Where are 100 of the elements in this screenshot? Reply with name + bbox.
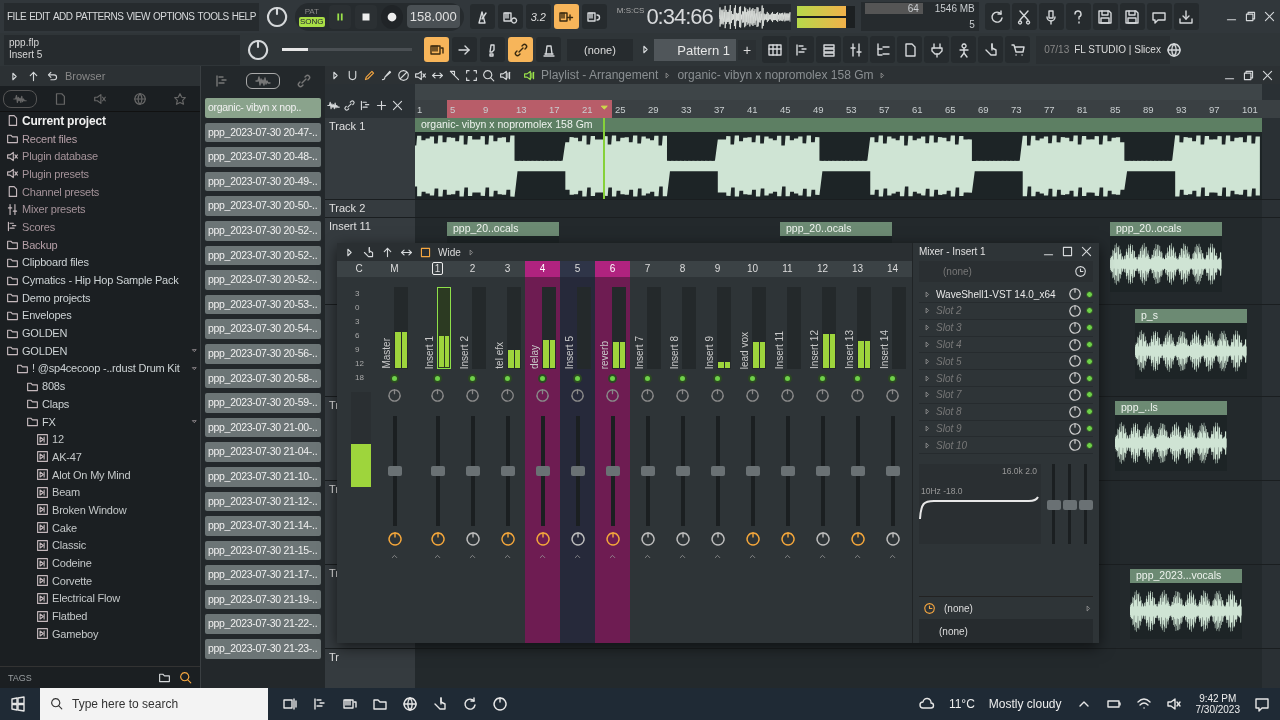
mixer-strip[interactable]: Insert 14 [875,277,910,643]
menu-item[interactable]: VIEW [126,11,150,22]
browser-item[interactable]: Cymatics - Hip Hop Sample Pack [6,271,200,289]
clip-item[interactable]: ppp_2023-07-30 21-04-.. [205,442,321,462]
mixer-strip[interactable]: Insert 2 [455,277,490,643]
mixer-track-number[interactable]: M [377,261,412,277]
menu-item[interactable]: ADD [52,11,73,22]
browser-item[interactable]: Plugin database [6,147,200,166]
clip-item[interactable]: ppp_2023-07-30 20-47-.. [205,122,321,143]
browser-item[interactable]: Corvette [36,571,200,590]
menu-item[interactable]: FILE [7,11,27,22]
mixer-preset[interactable]: Wide [438,246,461,258]
mixer-track-number[interactable]: 14 [875,261,910,277]
menu-item[interactable]: EDIT [29,11,50,22]
clip-item[interactable]: ppp_2023-07-30 20-53-.. [205,294,321,315]
browser-item[interactable]: Flatbed [36,607,200,625]
clip-item[interactable]: ppp_2023-07-30 21-14-.. [205,516,321,536]
mixer-strip[interactable]: lead vox [735,277,770,643]
output-field[interactable]: (none) [939,625,968,637]
song-time[interactable]: 0:34:66 [646,3,713,30]
browser-item[interactable]: Envelopes [6,306,200,325]
mixer-track-number[interactable]: 4 [525,261,560,277]
browser-item[interactable]: Cake [36,518,200,537]
browser-item[interactable]: Claps [26,395,200,413]
audio-clip[interactable]: ppp_20..ocals [1110,222,1222,292]
browser-item[interactable]: GOLDEN [6,324,200,342]
clip-item[interactable]: ppp_2023-07-30 21-23-.. [205,639,321,659]
browser-item[interactable]: Classic [36,536,200,555]
browser-item[interactable]: Electrical Flow [36,589,200,608]
mixer-track-number[interactable]: 11 [770,261,805,277]
mixer-track-number[interactable]: 13 [840,261,875,277]
browser-item[interactable]: Gameboy [36,624,200,643]
mixer-strip[interactable]: Master [377,277,412,643]
clip-item[interactable]: ppp_2023-07-30 21-22-.. [205,614,321,635]
browser-item[interactable]: Alot On My Mind [36,465,200,484]
browser-item[interactable]: Clipboard files [6,253,200,272]
mixer-track-number[interactable]: 9 [700,261,735,277]
clip-item[interactable]: ppp_2023-07-30 20-50-.. [205,196,321,216]
snap-selector[interactable]: (none) [567,38,633,61]
browser-item[interactable]: Codeine [36,554,200,572]
clip-item[interactable]: ppp_2023-07-30 20-48-.. [205,147,321,167]
menu-item[interactable]: PATTERNS [75,11,124,22]
mixer-track-number[interactable]: 3 [490,261,525,277]
clip-item[interactable]: ppp_2023-07-30 20-59-.. [205,393,321,413]
track-name[interactable]: Track 1 [329,120,366,132]
browser-item[interactable]: 12 [36,430,200,449]
clip-item[interactable]: ppp_2023-07-30 21-00-.. [205,417,321,438]
clip-item[interactable]: ppp_2023-07-30 20-49-.. [205,171,321,192]
mixer-track-number[interactable]: 7 [630,261,665,277]
mixer-track-number[interactable]: 10 [735,261,770,277]
clip-item[interactable]: ppp_2023-07-30 21-12-.. [205,491,321,512]
temperature-text[interactable]: 11°C [948,697,975,711]
mixer-strip[interactable]: Insert 12 [805,277,840,643]
track-name[interactable]: Tr [329,651,339,663]
browser-item[interactable]: Scores [6,218,200,236]
track-header[interactable]: Track 2 [325,200,415,217]
timeline-ruler[interactable]: 1 5 9 13 17 21 25 29 33 37 41 45 49 53 57 61 65 69 73 77 81 85 89 93 97 101 [415,100,1280,118]
mixer-strip[interactable]: Insert 8 [665,277,700,643]
pattern-song-switch[interactable]: PAT SONG [298,6,325,27]
track-header[interactable]: Tr [325,649,415,688]
add-pattern-button[interactable]: + [738,39,757,60]
clip-item[interactable]: ppp_2023-07-30 21-15-.. [205,540,321,561]
clip-item[interactable]: ppp_2023-07-30 20-56-.. [205,343,321,364]
mixer-track-number[interactable]: 1 [420,261,455,277]
output-selector[interactable]: (none) [944,602,1076,614]
eq-graph[interactable]: 16.0k 2.0 10Hz -18.0 [919,464,1041,545]
clip-item[interactable]: ppp_2023-07-30 21-19-.. [205,589,321,610]
mixer-strip[interactable]: Insert 7 [630,277,665,643]
clock-date[interactable]: 7/30/2023 [1195,704,1240,715]
mixer-strip[interactable]: Insert 1 [420,277,455,643]
browser-item[interactable]: Channel presets [6,182,200,201]
browser-item[interactable]: Beam [36,483,200,502]
menu-item[interactable]: HELP [231,11,256,22]
track-name[interactable]: Insert 11 [329,220,371,232]
pattern-selector[interactable]: Pattern 1 [654,38,736,61]
clip-item[interactable]: ppp_2023-07-30 20-54-.. [205,319,321,339]
browser-item[interactable]: Mixer presets [6,200,200,219]
browser-item[interactable]: ! @sp4cecoop -..rdust Drum Kit [16,359,200,378]
audio-clip[interactable]: organic- vibyn x nopromolex 158 Gm [415,118,1262,199]
clip-item[interactable]: ppp_2023-07-30 21-10-.. [205,466,321,487]
browser-item[interactable]: Backup [6,235,200,254]
mixer-strip[interactable]: Insert 9 [700,277,735,643]
browser-item[interactable]: Demo projects [6,288,200,307]
countdown-button[interactable]: 3.2 [525,4,551,29]
mixer-strip[interactable]: Insert 5 [560,277,595,643]
clip-item[interactable]: ppp_2023-07-30 21-17-.. [205,565,321,585]
mixer-track-number[interactable]: 12 [805,261,840,277]
weather-text[interactable]: Mostly cloudy [988,697,1062,711]
mixer-strip[interactable]: Insert 11 [770,277,805,643]
browser-item[interactable]: FX [26,412,200,431]
mixer-track-number[interactable]: 8 [665,261,700,277]
track-header[interactable]: Track 1 [325,118,415,199]
clock-time[interactable]: 9:42 PM [1199,693,1237,704]
clip-item[interactable]: ppp_2023-07-30 20-52-.. [205,245,321,266]
news-text[interactable]: FL STUDIO | Slicex [1074,44,1161,55]
mixer-strip[interactable]: Insert 13 [840,277,875,643]
clip-item[interactable]: ppp_2023-07-30 20-52-.. [205,270,321,290]
browser-item[interactable]: GOLDEN [6,341,200,360]
mixer-strip[interactable]: reverb [595,277,630,643]
effect-slot[interactable]: WaveShell1-VST 14.0_x64 [919,286,1093,304]
